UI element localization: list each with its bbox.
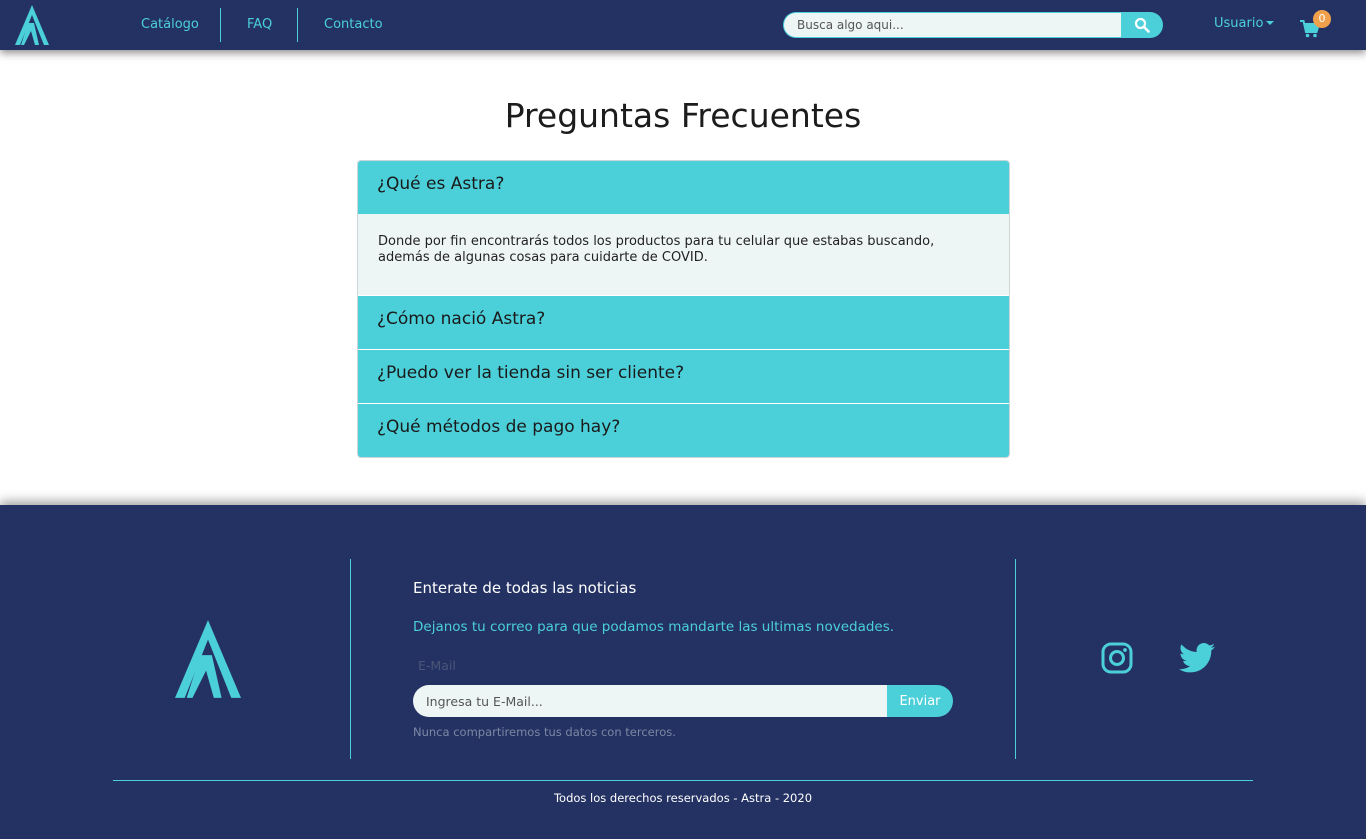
footer-divider bbox=[1015, 559, 1016, 759]
copyright-text: Todos los derechos reservados - Astra - … bbox=[553, 791, 813, 805]
nav-link-contacto[interactable]: Contacto bbox=[324, 0, 383, 50]
faq-question-button[interactable]: ¿Puedo ver la tienda sin ser cliente? bbox=[358, 349, 1009, 403]
search-bar bbox=[783, 12, 1163, 38]
nav-link-catalogo[interactable]: Catálogo bbox=[141, 0, 199, 50]
search-input[interactable] bbox=[783, 12, 1121, 38]
nav-divider bbox=[297, 8, 298, 42]
send-button[interactable]: Enviar bbox=[887, 685, 953, 717]
twitter-icon[interactable] bbox=[1179, 643, 1215, 673]
nav-link-faq[interactable]: FAQ bbox=[247, 0, 272, 50]
navbar: Catálogo FAQ Contacto Usuario 0 bbox=[0, 0, 1366, 50]
faq-item: ¿Qué métodos de pago hay? bbox=[358, 403, 1009, 457]
newsletter-subtitle: Dejanos tu correo para que podamos manda… bbox=[413, 619, 895, 635]
instagram-icon[interactable] bbox=[1101, 642, 1133, 674]
astra-logo-icon[interactable] bbox=[15, 5, 49, 45]
newsletter-title: Enterate de todas las noticias bbox=[413, 579, 637, 597]
search-icon bbox=[1134, 17, 1150, 33]
astra-logo-icon bbox=[175, 620, 241, 698]
caret-down-icon bbox=[1266, 20, 1275, 25]
faq-item: ¿Qué es Astra? Donde por fin encontrarás… bbox=[358, 161, 1009, 295]
faq-item: ¿Cómo nació Astra? bbox=[358, 295, 1009, 349]
email-help-text: Nunca compartiremos tus datos con tercer… bbox=[413, 725, 676, 739]
faq-item: ¿Puedo ver la tienda sin ser cliente? bbox=[358, 349, 1009, 403]
footer: Enterate de todas las noticias Dejanos t… bbox=[0, 505, 1366, 839]
footer-rule bbox=[113, 780, 1253, 781]
user-dropdown[interactable]: Usuario bbox=[1214, 16, 1275, 31]
faq-accordion: ¿Qué es Astra? Donde por fin encontrarás… bbox=[357, 160, 1010, 458]
faq-answer: Donde por fin encontrarás todos los prod… bbox=[358, 214, 1009, 295]
footer-divider bbox=[350, 559, 351, 759]
search-button[interactable] bbox=[1121, 12, 1163, 38]
page-title: Preguntas Frecuentes bbox=[504, 96, 862, 135]
email-input[interactable] bbox=[413, 685, 889, 717]
cart-count-badge: 0 bbox=[1313, 10, 1331, 28]
user-dropdown-label: Usuario bbox=[1214, 16, 1264, 31]
faq-question-button[interactable]: ¿Qué métodos de pago hay? bbox=[358, 403, 1009, 457]
faq-question-button[interactable]: ¿Qué es Astra? bbox=[358, 161, 1009, 214]
email-label: E-Mail bbox=[418, 658, 456, 673]
faq-question-button[interactable]: ¿Cómo nació Astra? bbox=[358, 295, 1009, 349]
nav-divider bbox=[220, 8, 221, 42]
